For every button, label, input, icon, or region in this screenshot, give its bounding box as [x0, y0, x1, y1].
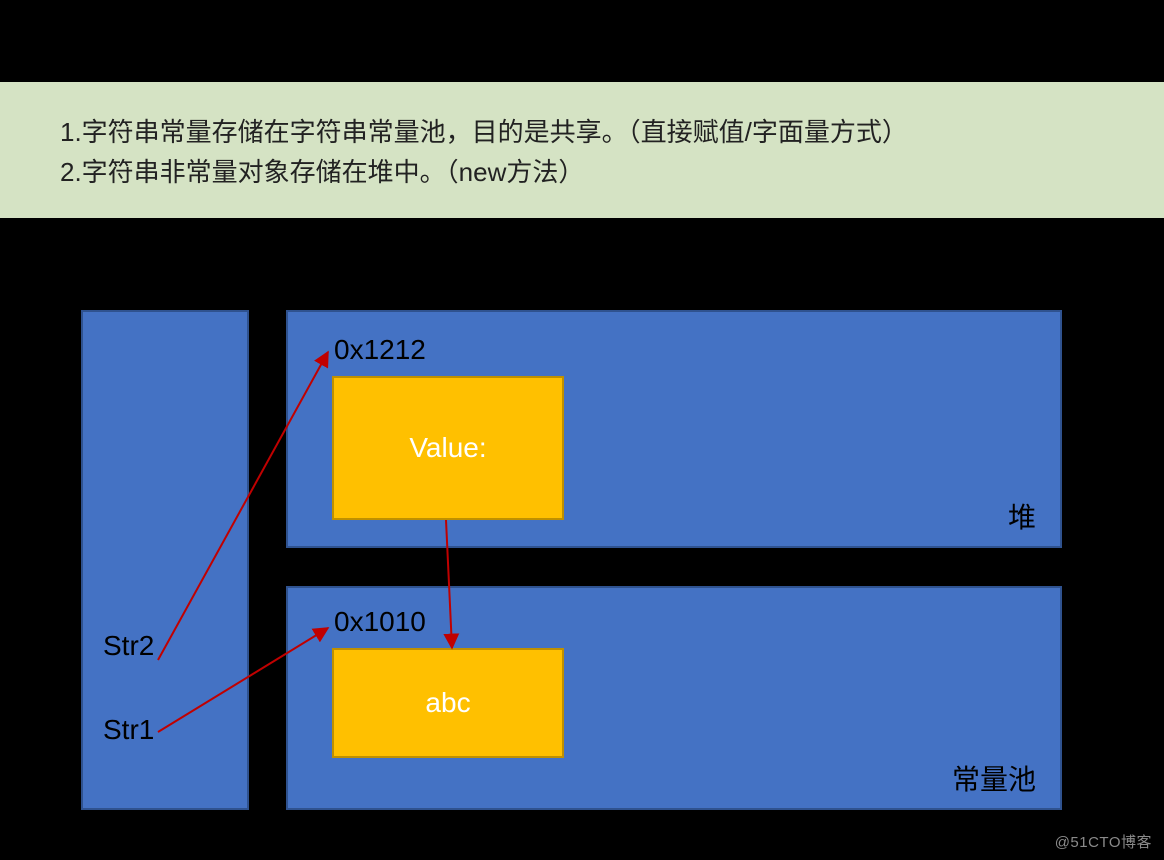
pool-label: 常量池	[952, 758, 1036, 798]
stack-region: Str2 Str1	[81, 310, 249, 810]
pool-region: 0x1010 abc 常量池	[286, 586, 1062, 810]
heap-object-value: Value:	[409, 432, 486, 464]
pool-object-value: abc	[425, 687, 470, 719]
stack-var-str1: Str1	[103, 714, 154, 746]
watermark: @51CTO博客	[1055, 831, 1152, 852]
heap-label: 堆	[1008, 496, 1036, 536]
pool-object-box: abc	[332, 648, 564, 758]
heap-object-box: Value:	[332, 376, 564, 520]
note-line-2: 2.字符串非常量对象存储在堆中。（new方法）	[60, 152, 1104, 192]
stack-var-str2: Str2	[103, 630, 154, 662]
heap-region: 0x1212 Value: 堆	[286, 310, 1062, 548]
heap-address: 0x1212	[334, 334, 426, 366]
pool-address: 0x1010	[334, 606, 426, 638]
notes-panel: 1.字符串常量存储在字符串常量池，目的是共享。（直接赋值/字面量方式） 2.字符…	[0, 82, 1164, 218]
note-line-1: 1.字符串常量存储在字符串常量池，目的是共享。（直接赋值/字面量方式）	[60, 112, 1104, 152]
